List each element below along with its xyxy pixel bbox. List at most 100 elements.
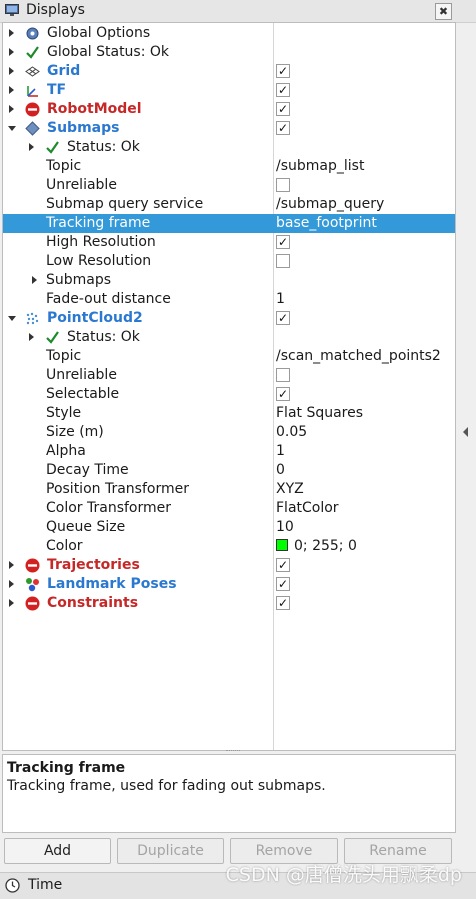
tree-row-robotmodel[interactable]: RobotModel ✓ (3, 100, 455, 119)
property-value[interactable]: 0 (276, 461, 285, 480)
enable-checkbox[interactable]: ✓ (276, 558, 290, 572)
tree-label: TF (47, 82, 67, 98)
expand-arrow-icon[interactable] (32, 276, 37, 284)
property-row-unreliable[interactable]: Unreliable (3, 176, 455, 195)
tree-label: Constraints (47, 595, 139, 611)
collapse-arrow-icon[interactable] (8, 316, 16, 321)
help-body: Tracking frame, used for fading out subm… (7, 778, 326, 794)
tree-row-pointcloud2[interactable]: PointCloud2 ✓ (3, 309, 455, 328)
markers-icon (26, 578, 39, 592)
property-value[interactable]: base_footprint (276, 214, 377, 233)
property-value[interactable]: XYZ (276, 480, 304, 499)
expand-arrow-icon[interactable] (9, 105, 14, 113)
side-collapse-handle[interactable] (463, 427, 468, 437)
property-value[interactable]: 1 (276, 290, 285, 309)
property-value[interactable]: 0; 255; 0 (276, 537, 357, 556)
duplicate-button[interactable]: Duplicate (117, 838, 224, 864)
property-value[interactable]: 1 (276, 442, 285, 461)
error-icon (25, 558, 40, 573)
property-row-size[interactable]: Size (m) 0.05 (3, 423, 455, 442)
property-value[interactable]: Flat Squares (276, 404, 363, 423)
property-row-color[interactable]: Color 0; 255; 0 (3, 537, 455, 556)
high-resolution-checkbox[interactable]: ✓ (276, 235, 290, 249)
property-row-submaps-list[interactable]: Submaps (3, 271, 455, 290)
watermark: CSDN @唐僧洗头用飘柔dp (225, 864, 462, 886)
tree-row-global-status[interactable]: Global Status: Ok (3, 43, 455, 62)
panel-title: Displays (26, 2, 85, 18)
property-value[interactable]: FlatColor (276, 499, 339, 518)
property-row-topic[interactable]: Topic /submap_list (3, 157, 455, 176)
expand-arrow-icon[interactable] (29, 333, 34, 341)
pointcloud-icon (26, 312, 39, 325)
expand-arrow-icon[interactable] (9, 580, 14, 588)
unreliable-checkbox[interactable] (276, 368, 290, 382)
tree-label: Submaps (47, 120, 120, 136)
property-label: Topic (46, 348, 82, 364)
error-icon (25, 102, 40, 117)
expand-arrow-icon[interactable] (9, 86, 14, 94)
expand-arrow-icon[interactable] (29, 143, 34, 151)
tree-row-global-options[interactable]: Global Options (3, 24, 455, 43)
tree-row-submaps[interactable]: Submaps ✓ (3, 119, 455, 138)
property-row-style[interactable]: Style Flat Squares (3, 404, 455, 423)
expand-arrow-icon[interactable] (9, 599, 14, 607)
property-label: Fade-out distance (46, 291, 171, 307)
property-row-queue-size[interactable]: Queue Size 10 (3, 518, 455, 537)
enable-checkbox[interactable]: ✓ (276, 596, 290, 610)
property-value[interactable]: 10 (276, 518, 294, 537)
property-label: Tracking frame (46, 215, 151, 231)
enable-checkbox[interactable]: ✓ (276, 121, 290, 135)
property-label: High Resolution (46, 234, 156, 250)
property-row-fade-out[interactable]: Fade-out distance 1 (3, 290, 455, 309)
collapse-arrow-icon[interactable] (8, 126, 16, 131)
property-row-query-service[interactable]: Submap query service /submap_query (3, 195, 455, 214)
check-icon (26, 46, 39, 59)
property-value[interactable]: /submap_list (276, 157, 364, 176)
property-row-decay-time[interactable]: Decay Time 0 (3, 461, 455, 480)
property-value[interactable]: /scan_matched_points2 (276, 347, 441, 366)
property-row-low-resolution[interactable]: Low Resolution (3, 252, 455, 271)
property-row-color-transformer[interactable]: Color Transformer FlatColor (3, 499, 455, 518)
check-icon (46, 141, 59, 154)
close-button[interactable]: ✖ (435, 3, 452, 20)
property-row-high-resolution[interactable]: High Resolution ✓ (3, 233, 455, 252)
property-row-topic[interactable]: Topic /scan_matched_points2 (3, 347, 455, 366)
selectable-checkbox[interactable]: ✓ (276, 387, 290, 401)
tree-label: Grid (47, 63, 81, 79)
tree-row-grid[interactable]: Grid ✓ (3, 62, 455, 81)
expand-arrow-icon[interactable] (9, 29, 14, 37)
tree-row-landmark-poses[interactable]: Landmark Poses ✓ (3, 575, 455, 594)
help-title: Tracking frame (7, 760, 126, 776)
tree-row-trajectories[interactable]: Trajectories ✓ (3, 556, 455, 575)
expand-arrow-icon[interactable] (9, 561, 14, 569)
property-row-selectable[interactable]: Selectable ✓ (3, 385, 455, 404)
property-row-alpha[interactable]: Alpha 1 (3, 442, 455, 461)
check-icon (46, 331, 59, 344)
tree-row-constraints[interactable]: Constraints ✓ (3, 594, 455, 613)
displays-titlebar: Displays ✖ (0, 0, 476, 23)
submaps-icon (25, 121, 40, 136)
enable-checkbox[interactable]: ✓ (276, 311, 290, 325)
property-row-unreliable[interactable]: Unreliable (3, 366, 455, 385)
enable-checkbox[interactable]: ✓ (276, 102, 290, 116)
enable-checkbox[interactable]: ✓ (276, 83, 290, 97)
unreliable-checkbox[interactable] (276, 178, 290, 192)
property-value[interactable]: 0.05 (276, 423, 307, 442)
add-button[interactable]: Add (4, 838, 111, 864)
tree-label: Status: Ok (67, 139, 140, 155)
expand-arrow-icon[interactable] (9, 48, 14, 56)
expand-arrow-icon[interactable] (9, 67, 14, 75)
tree-row-tf[interactable]: TF ✓ (3, 81, 455, 100)
tree-row-submaps-status[interactable]: Status: Ok (3, 138, 455, 157)
enable-checkbox[interactable]: ✓ (276, 577, 290, 591)
tree-row-pointcloud2-status[interactable]: Status: Ok (3, 328, 455, 347)
enable-checkbox[interactable]: ✓ (276, 64, 290, 78)
property-row-position-transformer[interactable]: Position Transformer XYZ (3, 480, 455, 499)
property-value[interactable]: /submap_query (276, 195, 384, 214)
low-resolution-checkbox[interactable] (276, 254, 290, 268)
property-label: Unreliable (46, 367, 117, 383)
color-swatch[interactable] (276, 539, 288, 551)
property-label: Selectable (46, 386, 120, 402)
property-row-tracking-frame[interactable]: Tracking frame base_footprint (3, 214, 455, 233)
property-label: Decay Time (46, 462, 129, 478)
